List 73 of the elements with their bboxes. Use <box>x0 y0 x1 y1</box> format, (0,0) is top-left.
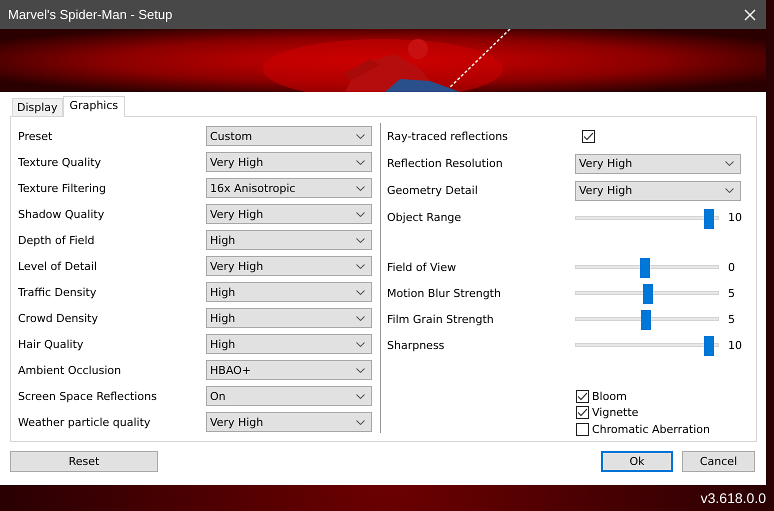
checkbox[interactable] <box>576 422 589 436</box>
setting-label: Hair Quality <box>18 338 84 350</box>
slider-value: 5 <box>728 286 735 300</box>
setting-label: Field of View <box>387 260 458 274</box>
setting-label: Depth of Field <box>18 234 96 246</box>
ok-button[interactable]: Ok <box>601 451 673 472</box>
slider-thumb[interactable] <box>704 336 714 356</box>
caret-icon <box>725 188 734 193</box>
caret-icon <box>356 290 365 294</box>
slider-thumb[interactable] <box>640 258 650 278</box>
slider-value: 0 <box>728 260 735 274</box>
dropdown[interactable]: Very High <box>575 180 741 200</box>
checkbox[interactable] <box>576 406 589 420</box>
setting-label: Ambient Occlusion <box>18 364 122 376</box>
slider-value: 10 <box>728 211 742 224</box>
caret-icon <box>356 316 365 320</box>
caret-icon <box>356 212 365 216</box>
setting-label: Traffic Density <box>18 286 98 298</box>
close-icon[interactable] <box>744 8 756 20</box>
dropdown[interactable]: High <box>206 334 372 354</box>
dropdown[interactable]: HBAO+ <box>206 360 372 380</box>
tab[interactable]: Graphics <box>62 96 126 117</box>
slider-thumb[interactable] <box>642 284 653 304</box>
dropdown[interactable]: On <box>206 386 372 406</box>
slider-thumb[interactable] <box>641 310 652 330</box>
setting-label: Weather particle quality <box>18 416 152 428</box>
setting-label: Texture Filtering <box>18 182 108 194</box>
setting-label: Ray-traced reflections <box>387 130 509 143</box>
setting-label: Geometry Detail <box>387 184 479 197</box>
dropdown[interactable]: Very High <box>206 412 372 432</box>
setting-label: Texture Quality <box>18 156 102 168</box>
slider-value: 5 <box>728 312 735 326</box>
tab[interactable]: Display <box>12 98 63 116</box>
setting-label: Screen Space Reflections <box>18 390 158 402</box>
caret-icon <box>356 394 365 398</box>
setting-label: Sharpness <box>387 338 446 352</box>
checkbox[interactable] <box>582 130 595 143</box>
setting-label: Level of Detail <box>18 260 98 272</box>
setting-label: Motion Blur Strength <box>387 286 502 300</box>
caret-icon <box>356 160 365 164</box>
setting-label: Preset <box>18 130 54 142</box>
dropdown[interactable]: High <box>206 282 372 302</box>
caret-icon <box>356 238 365 242</box>
caret-icon <box>356 186 365 190</box>
dropdown[interactable]: 16x Anisotropic <box>206 178 372 198</box>
checkbox-label: Chromatic Aberration <box>592 422 710 436</box>
setting-label: Shadow Quality <box>18 208 106 220</box>
dropdown[interactable]: Custom <box>206 126 372 146</box>
dropdown[interactable]: High <box>206 308 372 328</box>
setting-label: Object Range <box>387 211 462 224</box>
caret-icon <box>725 161 734 166</box>
dropdown[interactable]: High <box>206 230 372 250</box>
caret-icon <box>356 368 365 372</box>
dropdown[interactable]: Very High <box>206 256 372 276</box>
slider-thumb[interactable] <box>704 208 714 228</box>
checkbox-label: Vignette <box>592 406 638 420</box>
dropdown[interactable]: Very High <box>575 154 741 174</box>
dropdown[interactable]: Very High <box>206 204 372 224</box>
caret-icon <box>356 342 365 346</box>
reset-button[interactable]: Reset <box>10 451 158 472</box>
setting-label: Crowd Density <box>18 312 99 324</box>
caret-icon <box>356 134 365 138</box>
caret-icon <box>356 264 365 268</box>
slider-value: 10 <box>728 338 742 352</box>
checkbox-label: Bloom <box>592 390 627 403</box>
setting-label: Reflection Resolution <box>387 157 504 170</box>
window-title: Marvel's Spider-Man - Setup <box>8 7 172 22</box>
caret-icon <box>356 420 365 424</box>
setting-label: Film Grain Strength <box>387 312 495 326</box>
checkbox[interactable] <box>576 390 589 403</box>
dropdown[interactable]: Very High <box>206 152 372 172</box>
version-label: v3.618.0.0 <box>700 490 766 506</box>
cancel-button[interactable]: Cancel <box>682 451 755 472</box>
